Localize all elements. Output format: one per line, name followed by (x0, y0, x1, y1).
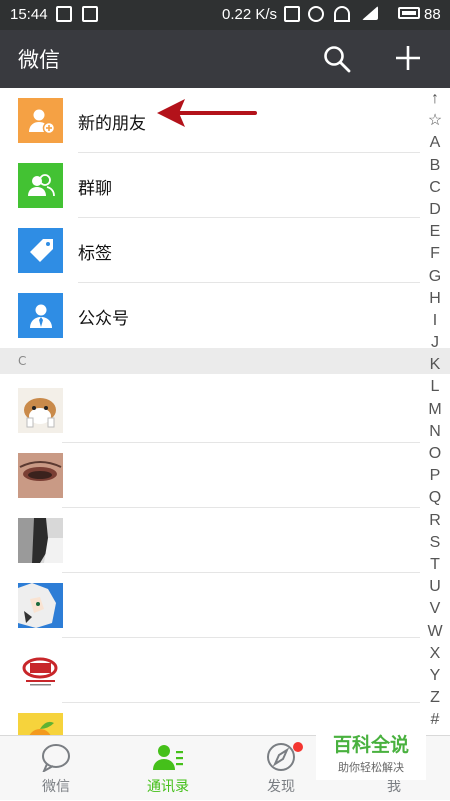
index-v[interactable]: V (424, 598, 446, 620)
index-j[interactable]: J (424, 332, 446, 354)
tab-label: 微信 (42, 779, 70, 795)
index-p[interactable]: P (424, 465, 446, 487)
index-s[interactable]: S (424, 532, 446, 554)
menu-item-group-chat[interactable]: 群聊 (0, 153, 420, 218)
menu-item-official-accounts[interactable]: 公众号 (0, 283, 420, 348)
contact-row[interactable] (0, 573, 420, 638)
index-z[interactable]: Z (424, 687, 446, 709)
page-title: 微信 (18, 48, 60, 72)
alphabet-index[interactable]: ↑ ☆ A B C D E F G H I J K L M N O P Q R … (424, 88, 446, 731)
new-friend-icon (18, 98, 63, 143)
qq-notification-icon (82, 6, 98, 22)
tab-label: 通讯录 (147, 779, 189, 795)
hamster-avatar (18, 388, 63, 433)
index-k[interactable]: K (424, 354, 446, 376)
add-icon[interactable] (392, 42, 424, 74)
tab-contacts[interactable]: 通讯录 (112, 736, 224, 801)
signal-icon (362, 6, 378, 20)
eye-makeup-avatar (18, 453, 63, 498)
index-o[interactable]: O (424, 443, 446, 465)
index-w[interactable]: W (424, 621, 446, 643)
index-n[interactable]: N (424, 421, 446, 443)
watermark-subtitle: 助你轻松解决 (338, 761, 404, 774)
index-top[interactable]: ↑ (424, 88, 446, 110)
network-speed: 0.22 K/s (222, 6, 278, 23)
contact-row[interactable] (0, 638, 420, 703)
index-t[interactable]: T (424, 554, 446, 576)
contacts-icon (153, 745, 183, 770)
menu-item-label: 新的朋友 (78, 114, 146, 134)
index-r[interactable]: R (424, 510, 446, 532)
official-account-icon (18, 293, 63, 338)
photo-avatar (18, 518, 63, 563)
index-l[interactable]: L (424, 376, 446, 398)
contact-list (0, 378, 420, 768)
contact-row[interactable] (0, 443, 420, 508)
watermark-logo: 百科全说 助你轻松解决 (316, 724, 426, 780)
menu-item-label: 公众号 (78, 309, 129, 329)
notification-dot (293, 742, 303, 752)
index-hash[interactable]: # (424, 709, 446, 731)
index-d[interactable]: D (424, 199, 446, 221)
anime-avatar (18, 583, 63, 628)
menu-item-label: 标签 (78, 244, 112, 264)
tab-chats[interactable]: 微信 (0, 736, 112, 801)
wifi-icon (334, 6, 350, 22)
index-g[interactable]: G (424, 266, 446, 288)
index-c[interactable]: C (424, 177, 446, 199)
status-time: 15:44 (10, 6, 48, 23)
search-icon[interactable] (322, 44, 352, 74)
index-q[interactable]: Q (424, 487, 446, 509)
vibrate-icon (284, 6, 300, 22)
battery-level: 88 (424, 6, 441, 23)
status-bar: 15:44 0.22 K/s 88 (0, 0, 450, 30)
image-notification-icon (56, 6, 72, 22)
tag-icon (18, 228, 63, 273)
app-bar: 微信 (0, 30, 450, 88)
index-a[interactable]: A (424, 132, 446, 154)
menu-item-tags[interactable]: 标签 (0, 218, 420, 283)
annotation-arrow-icon (157, 99, 257, 127)
group-chat-icon (18, 163, 63, 208)
chat-bubble-icon (42, 744, 70, 772)
index-h[interactable]: H (424, 288, 446, 310)
index-i[interactable]: I (424, 310, 446, 332)
index-u[interactable]: U (424, 576, 446, 598)
index-f[interactable]: F (424, 243, 446, 265)
index-star[interactable]: ☆ (424, 110, 446, 132)
index-y[interactable]: Y (424, 665, 446, 687)
index-e[interactable]: E (424, 221, 446, 243)
battery-icon (398, 7, 420, 19)
index-b[interactable]: B (424, 155, 446, 177)
contact-row[interactable] (0, 378, 420, 443)
menu-item-label: 群聊 (78, 179, 112, 199)
index-m[interactable]: M (424, 399, 446, 421)
contact-row[interactable] (0, 508, 420, 573)
watermark-title: 百科全说 (332, 734, 409, 756)
alarm-icon (308, 6, 324, 22)
logo-avatar (18, 648, 63, 693)
section-header-c: C (0, 348, 450, 374)
index-x[interactable]: X (424, 643, 446, 665)
